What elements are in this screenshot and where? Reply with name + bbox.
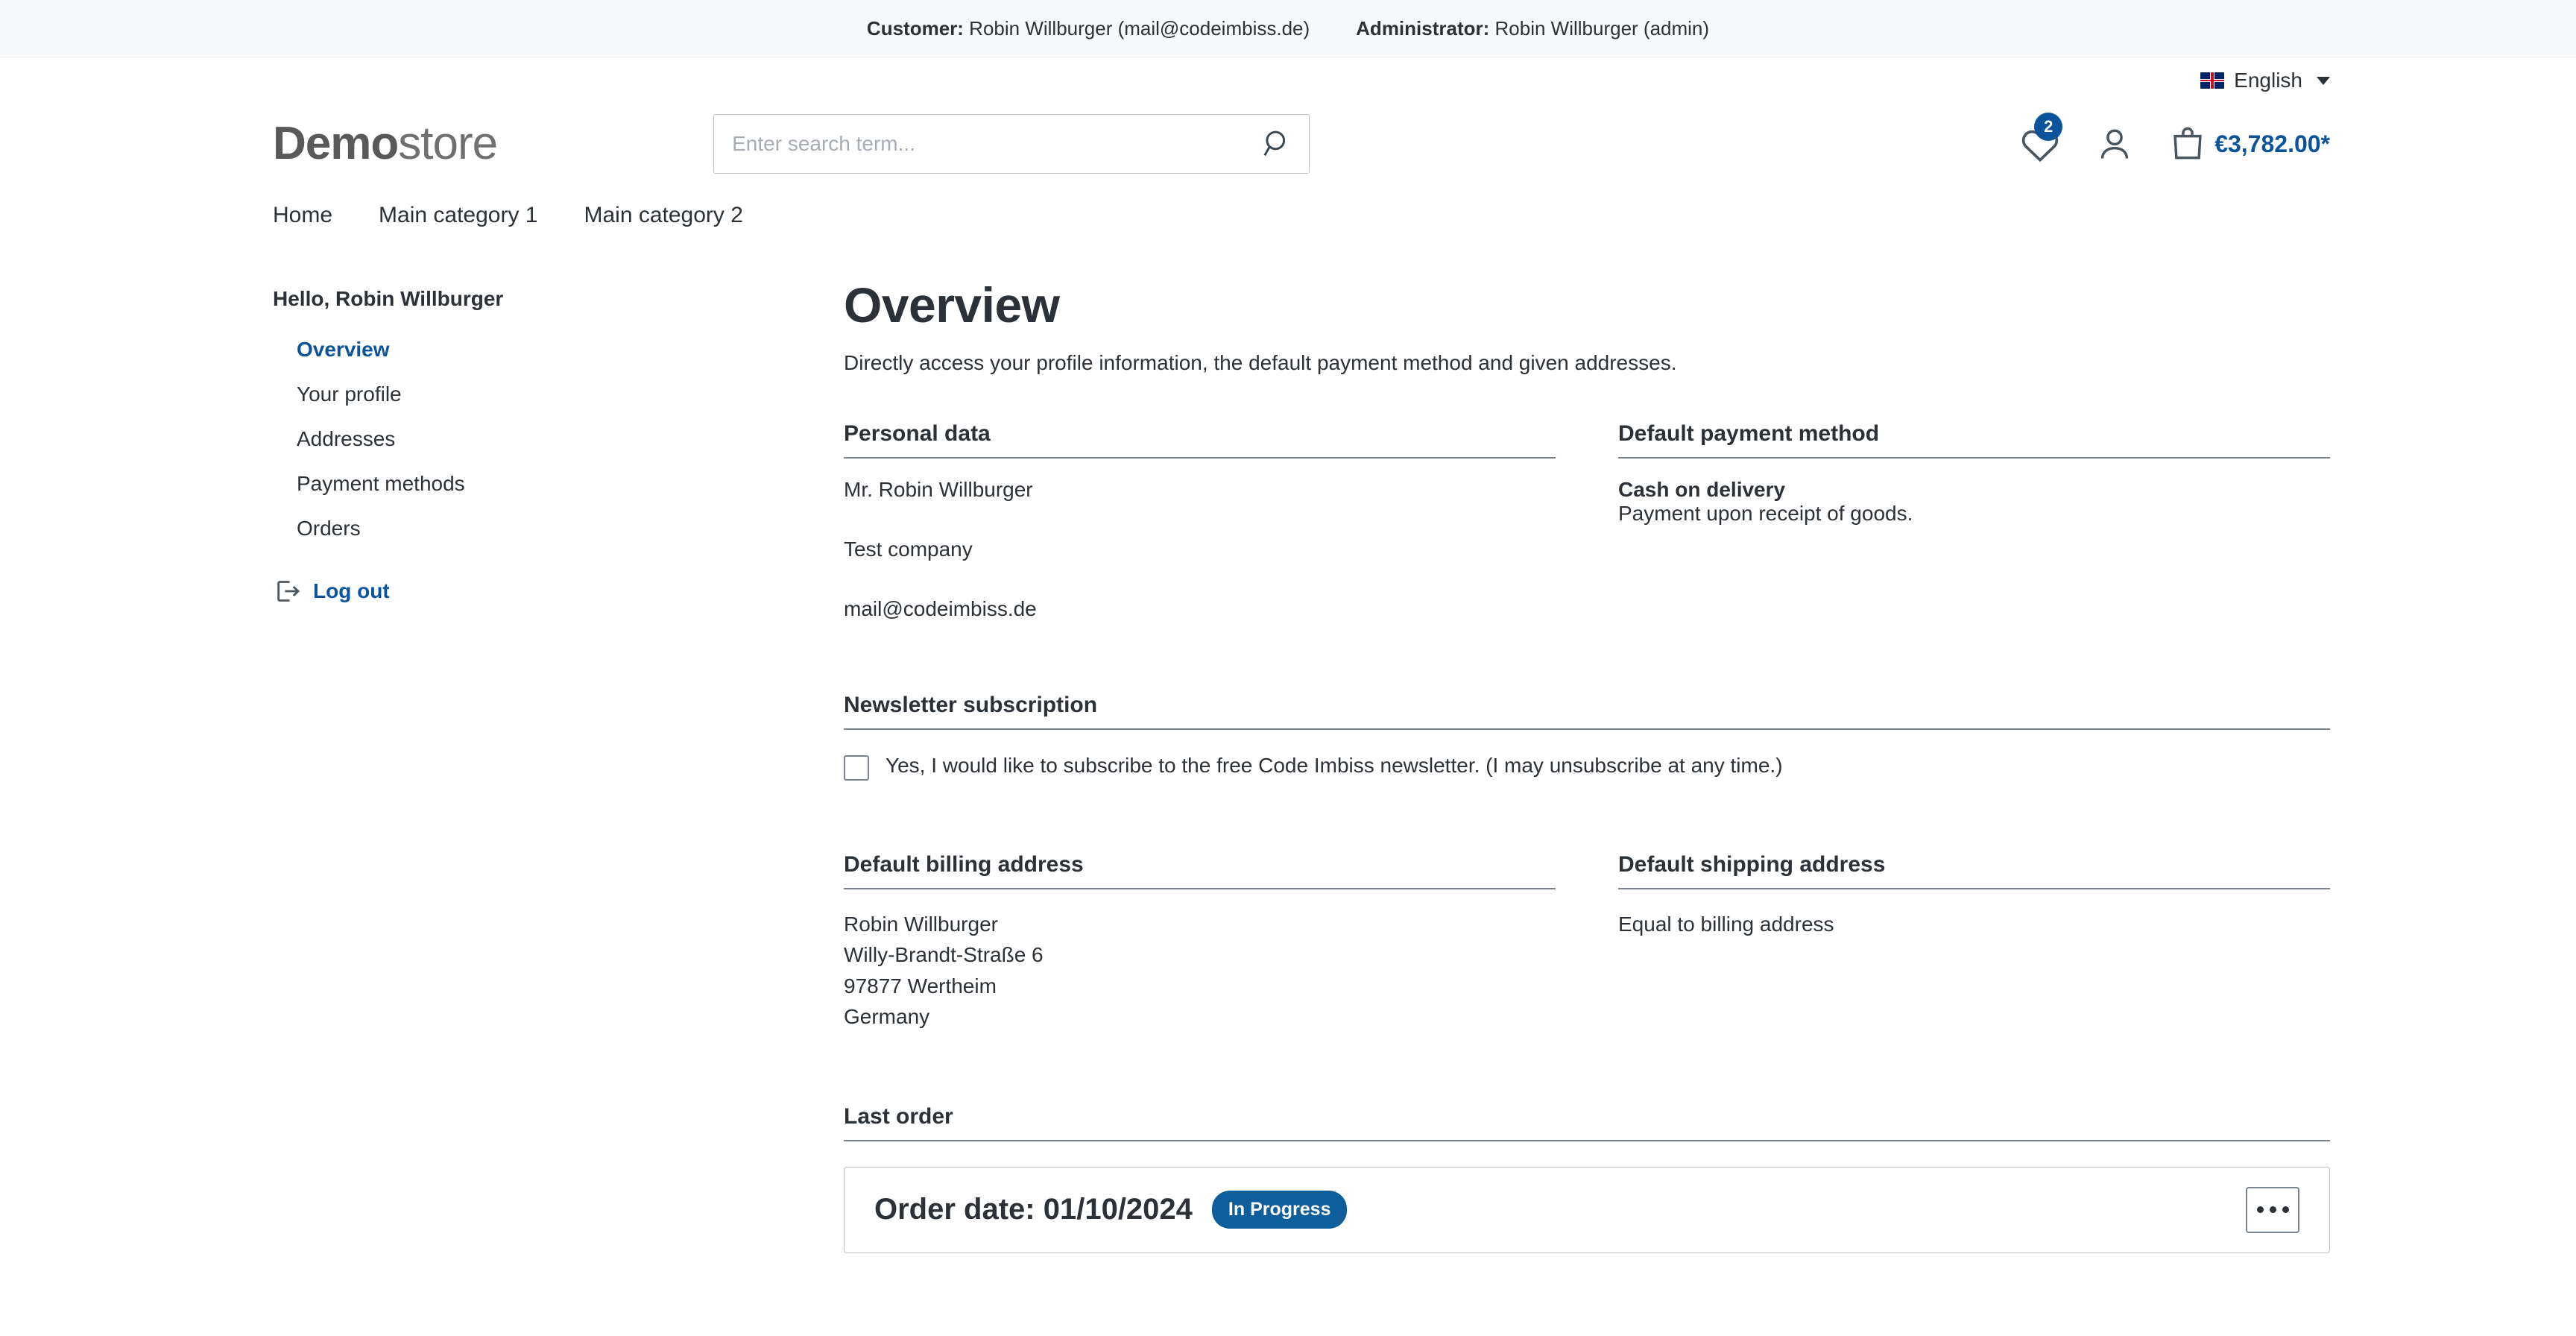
page-lead-text: Directly access your profile information… bbox=[844, 351, 1677, 374]
topbar-administrator-value: Robin Willburger (admin) bbox=[1494, 16, 1710, 40]
personal-data-email: mail@codeimbiss.de bbox=[844, 597, 1037, 620]
profile-row: Personal data Mr. Robin Willburger Test … bbox=[844, 421, 2330, 621]
uk-flag-icon bbox=[2200, 72, 2225, 89]
list-item: Orders bbox=[297, 506, 795, 551]
payment-method-heading: Default payment method bbox=[1618, 421, 2330, 459]
search-input[interactable] bbox=[732, 132, 1262, 156]
sidebar-menu: Overview Your profile Addresses Payment … bbox=[273, 327, 795, 551]
status-badge: In Progress bbox=[1211, 1191, 1348, 1229]
logout-button[interactable]: Log out bbox=[273, 576, 795, 606]
ellipsis-icon bbox=[2282, 1206, 2289, 1214]
personal-data-section: Personal data Mr. Robin Willburger Test … bbox=[844, 421, 1556, 621]
newsletter-heading: Newsletter subscription bbox=[844, 693, 2330, 730]
billing-address-heading: Default billing address bbox=[844, 852, 1556, 889]
shopping-bag-icon bbox=[2174, 127, 2202, 160]
chevron-down-icon bbox=[2317, 76, 2330, 85]
newsletter-checkbox[interactable] bbox=[844, 755, 869, 781]
payment-method-description: Payment upon receipt of goods. bbox=[1618, 502, 1913, 525]
shipping-address-body: Equal to billing address bbox=[1618, 889, 2330, 939]
page-title: Overview bbox=[844, 277, 1060, 333]
order-date: Order date: 01/10/2024 bbox=[874, 1193, 1193, 1226]
billing-address-line-2: Willy-Brandt-Straße 6 bbox=[844, 943, 1044, 967]
nav-item-home[interactable]: Home bbox=[273, 203, 332, 228]
language-label: English bbox=[2234, 69, 2302, 92]
language-selector[interactable]: English bbox=[2200, 69, 2330, 92]
topbar-administrator-label: Administrator: bbox=[1356, 16, 1490, 40]
main-panel: Overview Directly access your profile in… bbox=[795, 277, 2330, 1253]
sidebar-item-addresses[interactable]: Addresses bbox=[297, 417, 795, 461]
sidebar-item-payment-methods[interactable]: Payment methods bbox=[297, 461, 795, 506]
newsletter-section: Newsletter subscription Yes, I would lik… bbox=[844, 693, 2330, 781]
cart-total: €3,782.00* bbox=[2214, 130, 2330, 157]
account-button[interactable] bbox=[2095, 125, 2134, 163]
topbar-customer-label: Customer: bbox=[866, 16, 964, 40]
newsletter-checkbox-row: Yes, I would like to subscribe to the fr… bbox=[844, 730, 2330, 781]
topbar-customer: Customer: Robin Willburger (mail@codeimb… bbox=[867, 17, 1310, 40]
personal-data-company: Test company bbox=[844, 538, 973, 561]
search-area bbox=[713, 114, 1310, 174]
site-logo[interactable]: Demostore bbox=[273, 118, 498, 169]
last-order-section: Last order Order date: 01/10/2024 In Pro… bbox=[844, 1104, 2330, 1253]
order-actions-button[interactable] bbox=[2246, 1186, 2299, 1233]
ellipsis-icon bbox=[2269, 1206, 2276, 1214]
payment-method-section: Default payment method Cash on delivery … bbox=[1618, 421, 2330, 621]
nav-item-main-category-1[interactable]: Main category 1 bbox=[379, 203, 537, 228]
logo-bold-text: Demo bbox=[273, 118, 399, 169]
admin-topbar: Customer: Robin Willburger (mail@codeimb… bbox=[0, 0, 2576, 57]
last-order-card: Order date: 01/10/2024 In Progress bbox=[844, 1166, 2330, 1253]
page-root: Customer: Robin Willburger (mail@codeimb… bbox=[0, 0, 2576, 1336]
user-icon bbox=[2100, 129, 2129, 159]
content-area: Hello, Robin Willburger Overview Your pr… bbox=[0, 277, 2576, 1253]
shipping-address-heading: Default shipping address bbox=[1618, 852, 2330, 889]
sidebar-item-orders[interactable]: Orders bbox=[297, 506, 795, 551]
newsletter-checkbox-label: Yes, I would like to subscribe to the fr… bbox=[886, 754, 1783, 777]
main-navigation: Home Main category 1 Main category 2 bbox=[0, 184, 2576, 247]
personal-data-name: Mr. Robin Willburger bbox=[844, 478, 1033, 501]
billing-address-line-3: 97877 Wertheim bbox=[844, 974, 997, 998]
nav-item-main-category-2[interactable]: Main category 2 bbox=[584, 203, 742, 228]
payment-method-name: Cash on delivery bbox=[1618, 478, 1786, 501]
logo-light-text: store bbox=[398, 118, 498, 169]
account-sidebar: Hello, Robin Willburger Overview Your pr… bbox=[273, 277, 795, 1253]
personal-data-heading: Personal data bbox=[844, 421, 1556, 459]
addresses-row: Default billing address Robin Willburger… bbox=[844, 852, 2330, 1033]
ellipsis-icon bbox=[2256, 1206, 2264, 1214]
list-item: Your profile bbox=[297, 372, 795, 417]
list-item: Overview bbox=[297, 327, 795, 372]
header-actions: 2 €3,782.00* bbox=[2019, 113, 2330, 163]
shipping-address-section: Default shipping address Equal to billin… bbox=[1618, 852, 2330, 1033]
sidebar-greeting: Hello, Robin Willburger bbox=[273, 287, 504, 310]
billing-address-line-1: Robin Willburger bbox=[844, 913, 998, 936]
payment-method-body: Cash on delivery Payment upon receipt of… bbox=[1618, 459, 2330, 526]
wishlist-button[interactable]: 2 bbox=[2019, 113, 2063, 163]
billing-address-body: Robin Willburger Willy-Brandt-Straße 6 9… bbox=[844, 889, 1556, 1033]
billing-address-section: Default billing address Robin Willburger… bbox=[844, 852, 1556, 1033]
sidebar-item-overview[interactable]: Overview bbox=[297, 327, 795, 372]
shipping-address-line-1: Equal to billing address bbox=[1618, 913, 1834, 936]
cart-button[interactable]: €3,782.00* bbox=[2168, 125, 2330, 163]
list-item: Payment methods bbox=[297, 461, 795, 506]
search-box[interactable] bbox=[713, 114, 1310, 174]
last-order-heading: Last order bbox=[844, 1104, 2330, 1141]
personal-data-body: Mr. Robin Willburger Test company mail@c… bbox=[844, 459, 1556, 621]
language-row: English bbox=[0, 57, 2576, 104]
site-header: Demostore 2 bbox=[0, 104, 2576, 184]
topbar-customer-value: Robin Willburger (mail@codeimbiss.de) bbox=[969, 16, 1310, 40]
billing-address-line-4: Germany bbox=[844, 1005, 930, 1029]
search-icon[interactable] bbox=[1261, 127, 1294, 160]
topbar-administrator: Administrator: Robin Willburger (admin) bbox=[1356, 17, 1709, 40]
wishlist-count-badge: 2 bbox=[2034, 113, 2063, 141]
sidebar-item-your-profile[interactable]: Your profile bbox=[297, 372, 795, 417]
logout-icon bbox=[277, 581, 300, 602]
logout-label: Log out bbox=[313, 579, 390, 602]
list-item: Addresses bbox=[297, 417, 795, 461]
